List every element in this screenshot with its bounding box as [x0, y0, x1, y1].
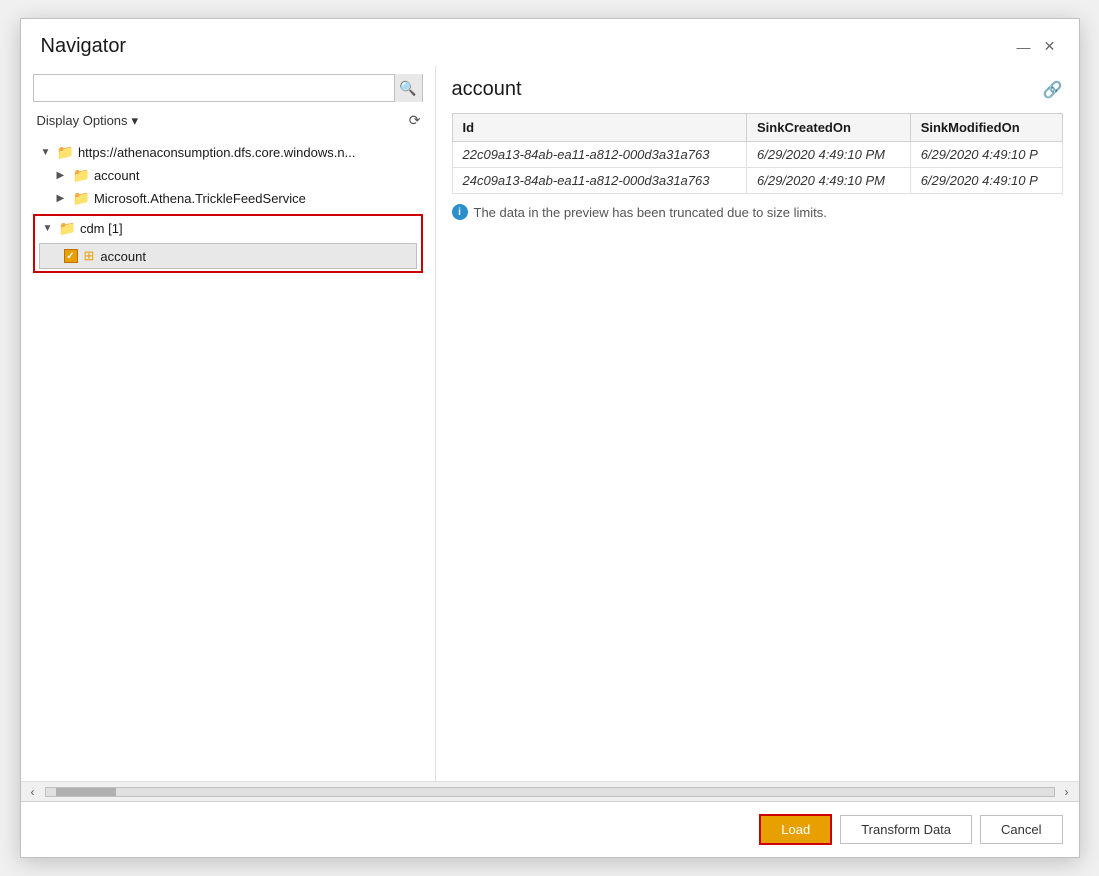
- scroll-right-button[interactable]: ›: [1059, 784, 1075, 800]
- cell-sink-modified: 6/29/2020 4:49:10 P: [910, 142, 1062, 168]
- preview-icon: 🔗: [1043, 82, 1063, 99]
- table-row: 22c09a13-84ab-ea11-a812-000d3a31a763 6/2…: [452, 142, 1062, 168]
- truncate-text: The data in the preview has been truncat…: [474, 205, 827, 220]
- cdm-label: cdm [1]: [80, 221, 123, 236]
- main-content: 🔍 Display Options ▾ ⟳ ▼ 📁 https://athena…: [21, 66, 1079, 781]
- title-bar: Navigator — ✕: [21, 19, 1079, 66]
- info-icon: i: [452, 204, 468, 220]
- table-header-row: Id SinkCreatedOn SinkModifiedOn: [452, 114, 1062, 142]
- cancel-button[interactable]: Cancel: [980, 815, 1062, 844]
- table-icon: ⊞: [84, 248, 95, 264]
- tree-expand-arrow: ▶: [57, 170, 73, 181]
- right-panel: account 🔗 Id SinkCreatedOn SinkModifiedO…: [436, 66, 1079, 781]
- folder-icon: 📁: [73, 190, 90, 207]
- transform-data-button[interactable]: Transform Data: [840, 815, 972, 844]
- cell-sink-created: 6/29/2020 4:49:10 PM: [747, 142, 911, 168]
- data-table: Id SinkCreatedOn SinkModifiedOn 22c09a13…: [452, 113, 1063, 194]
- account-label: account: [94, 168, 140, 183]
- load-button[interactable]: Load: [759, 814, 832, 845]
- scroll-left-button[interactable]: ‹: [25, 784, 41, 800]
- cell-id: 22c09a13-84ab-ea11-a812-000d3a31a763: [452, 142, 747, 168]
- preview-title: account: [452, 78, 522, 101]
- data-table-wrapper: Id SinkCreatedOn SinkModifiedOn 22c09a13…: [452, 113, 1063, 769]
- cell-sink-modified: 6/29/2020 4:49:10 P: [910, 168, 1062, 194]
- cdm-header[interactable]: ▼ 📁 cdm [1]: [35, 216, 421, 241]
- right-header: account 🔗: [452, 78, 1063, 101]
- refresh-icon: ⟳: [409, 112, 421, 128]
- table-row: 24c09a13-84ab-ea11-a812-000d3a31a763 6/2…: [452, 168, 1062, 194]
- tree-root-item[interactable]: ▼ 📁 https://athenaconsumption.dfs.core.w…: [33, 141, 423, 164]
- folder-icon: 📁: [57, 144, 74, 161]
- chevron-down-icon: ▾: [132, 113, 139, 129]
- col-sink-created: SinkCreatedOn: [747, 114, 911, 142]
- footer: Load Transform Data Cancel: [21, 802, 1079, 857]
- refresh-button[interactable]: ⟳: [407, 110, 423, 131]
- cdm-section: ▼ 📁 cdm [1] ⊞ account: [33, 214, 423, 273]
- search-button[interactable]: 🔍: [394, 74, 422, 102]
- account-selected-label: account: [100, 249, 146, 264]
- left-panel: 🔍 Display Options ▾ ⟳ ▼ 📁 https://athena…: [21, 66, 436, 781]
- cell-sink-created: 6/29/2020 4:49:10 PM: [747, 168, 911, 194]
- minimize-button[interactable]: —: [1015, 38, 1033, 56]
- tree-collapse-arrow: ▼: [43, 223, 59, 234]
- scrollbar-area: ‹ ›: [21, 782, 1079, 802]
- display-options-bar: Display Options ▾ ⟳: [33, 110, 423, 131]
- truncate-notice: i The data in the preview has been trunc…: [452, 204, 1063, 220]
- display-options-label: Display Options: [37, 113, 128, 128]
- col-sink-modified: SinkModifiedOn: [910, 114, 1062, 142]
- search-box: 🔍: [33, 74, 423, 102]
- tree-item-microsoft[interactable]: ▶ 📁 Microsoft.Athena.TrickleFeedService: [33, 187, 423, 210]
- scroll-thumb: [56, 788, 116, 796]
- close-button[interactable]: ✕: [1041, 38, 1059, 56]
- col-id: Id: [452, 114, 747, 142]
- dialog-title: Navigator: [41, 35, 127, 58]
- search-input[interactable]: [34, 81, 394, 96]
- root-url-label: https://athenaconsumption.dfs.core.windo…: [78, 145, 356, 160]
- tree-expand-arrow: ▶: [57, 193, 73, 204]
- tree-item-account[interactable]: ▶ 📁 account: [33, 164, 423, 187]
- navigator-dialog: Navigator — ✕ 🔍 Display Options ▾ ⟳: [20, 18, 1080, 858]
- account-selected-item[interactable]: ⊞ account: [39, 243, 417, 269]
- tree-container: ▼ 📁 https://athenaconsumption.dfs.core.w…: [33, 141, 423, 773]
- window-controls: — ✕: [1015, 38, 1059, 56]
- display-options-button[interactable]: Display Options ▾: [33, 111, 143, 131]
- microsoft-label: Microsoft.Athena.TrickleFeedService: [94, 191, 306, 206]
- scroll-track[interactable]: [45, 787, 1055, 797]
- search-icon: 🔍: [399, 80, 416, 97]
- checkbox-checked[interactable]: [64, 249, 78, 263]
- folder-icon: 📁: [73, 167, 90, 184]
- tree-collapse-arrow: ▼: [41, 147, 57, 158]
- preview-icon-button[interactable]: 🔗: [1043, 80, 1063, 100]
- folder-icon: 📁: [59, 220, 76, 237]
- bottom-area: ‹ › Load Transform Data Cancel: [21, 781, 1079, 857]
- cell-id: 24c09a13-84ab-ea11-a812-000d3a31a763: [452, 168, 747, 194]
